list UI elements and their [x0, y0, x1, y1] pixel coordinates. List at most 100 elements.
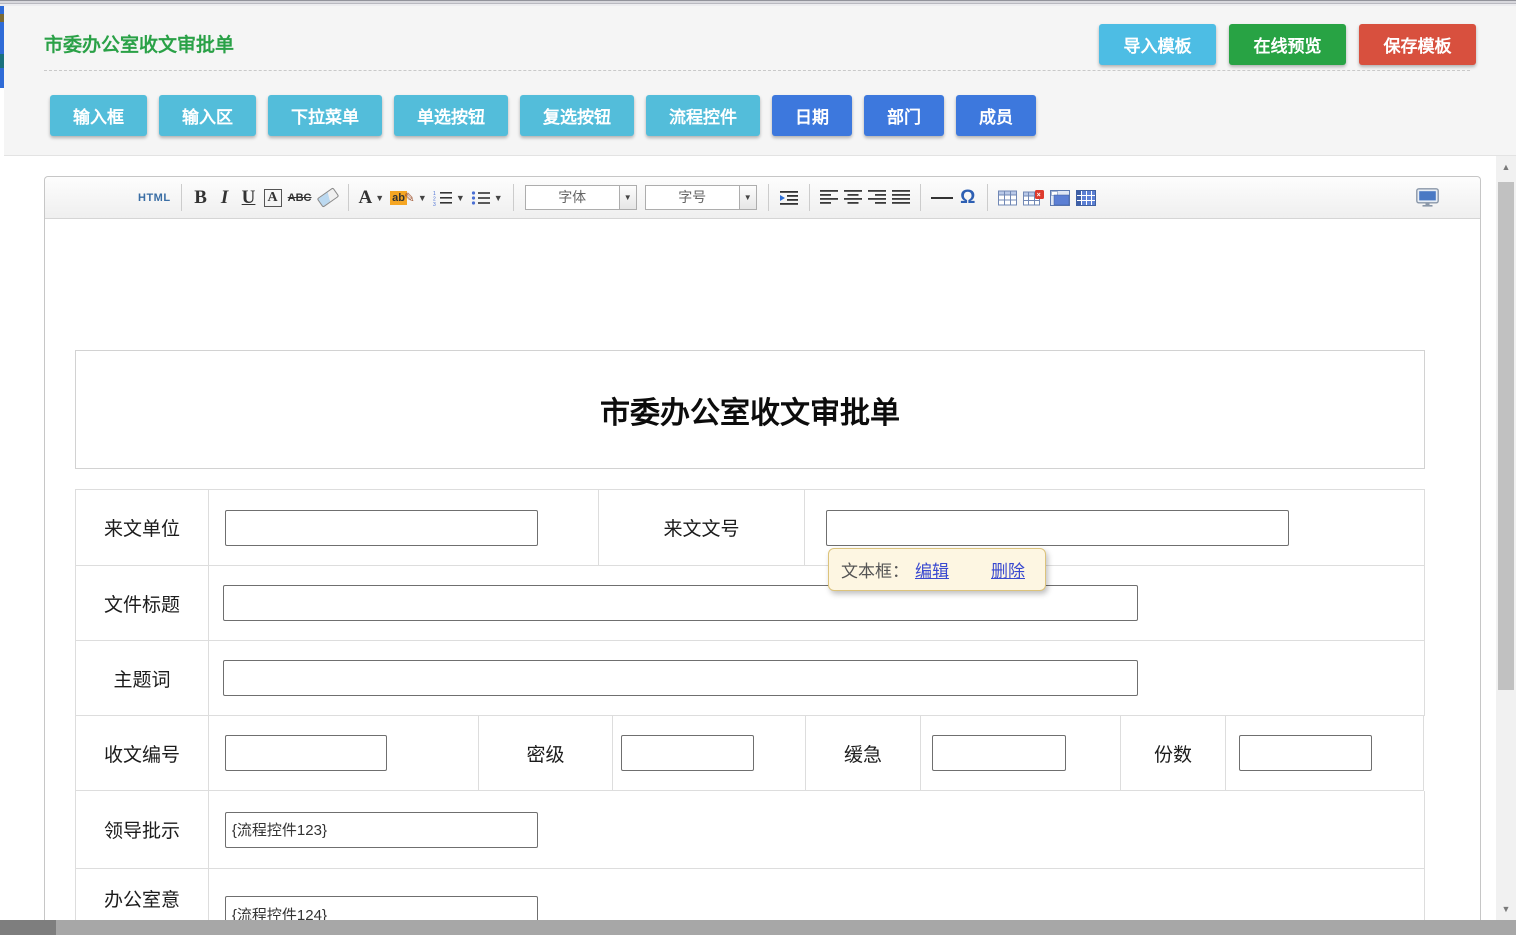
chevron-down-icon[interactable]: ▼ [619, 186, 636, 209]
chevron-down-icon: ▼ [418, 193, 427, 203]
table-row: 主题词 [76, 641, 1425, 716]
form-designer-window: 市委办公室收文审批单 导入模板 在线预览 保存模板 输入框 输入区 下拉菜单 单… [0, 0, 1516, 935]
field-label-receipt-number: 收文编号 [76, 716, 209, 791]
horizontal-rule-icon [931, 197, 953, 199]
widget-member-button[interactable]: 成员 [956, 95, 1036, 136]
incoming-number-input[interactable] [826, 510, 1289, 546]
table-row: 来文单位 来文文号 [76, 490, 1425, 566]
incoming-unit-input[interactable] [225, 510, 538, 546]
form-title-block[interactable]: 市委办公室收文审批单 [75, 350, 1425, 469]
font-family-select[interactable]: 字体 ▼ [525, 185, 637, 210]
subject-words-input[interactable] [223, 660, 1138, 696]
leader-comments-input[interactable] [225, 812, 538, 848]
fullscreen-preview-button[interactable] [1413, 183, 1442, 213]
widget-textarea-button[interactable]: 输入区 [159, 95, 256, 136]
indent-button[interactable] [776, 183, 802, 213]
table-properties-button[interactable] [1047, 183, 1073, 213]
toolbar-separator [920, 184, 921, 211]
special-character-button[interactable]: Ω [956, 183, 980, 213]
field-cell [613, 716, 806, 791]
align-right-button[interactable] [865, 183, 889, 213]
chevron-down-icon[interactable]: ▼ [739, 186, 756, 209]
widget-flow-control-button[interactable]: 流程控件 [646, 95, 760, 136]
scroll-down-arrow-icon[interactable]: ▼ [1496, 900, 1516, 918]
align-left-button[interactable] [817, 183, 841, 213]
tooltip-label: 文本框： [841, 557, 909, 582]
strikethrough-button[interactable]: ABC [285, 183, 315, 213]
indent-icon [779, 190, 799, 206]
field-cell [209, 566, 1425, 641]
field-label-secrecy-level: 密级 [479, 716, 613, 791]
template-actions: 导入模板 在线预览 保存模板 [1099, 24, 1476, 65]
save-template-button[interactable]: 保存模板 [1359, 24, 1476, 65]
align-center-button[interactable] [841, 183, 865, 213]
highlight-color-button[interactable]: ab✎▼ [387, 183, 430, 213]
editor-vertical-scrollbar[interactable]: ▲ ▼ [1496, 156, 1516, 920]
horizontal-rule-button[interactable] [928, 183, 956, 213]
widget-input-box-button[interactable]: 输入框 [50, 95, 147, 136]
underline-button[interactable]: U [237, 183, 261, 213]
chevron-down-icon: ▼ [494, 193, 503, 203]
secrecy-level-input[interactable] [621, 735, 754, 771]
page-title: 市委办公室收文审批单 [44, 30, 234, 57]
window-bottom-edge [0, 920, 1516, 935]
field-label-urgency: 缓急 [806, 716, 921, 791]
form-table: 来文单位 来文文号 文件标题 主题词 [75, 489, 1425, 935]
widget-dropdown-button[interactable]: 下拉菜单 [268, 95, 382, 136]
cell-properties-icon [1076, 190, 1096, 206]
field-label-copies: 份数 [1121, 716, 1226, 791]
font-size-select[interactable]: 字号 ▼ [645, 185, 757, 210]
import-template-button[interactable]: 导入模板 [1099, 24, 1216, 65]
toolbar-separator [348, 184, 349, 211]
rich-text-editor: HTML B I U A ABC A▼ ab✎▼ 123 ▼ ▼ [44, 176, 1481, 935]
toolbar-separator [987, 184, 988, 211]
table-row: 领导批示 [76, 791, 1425, 869]
toolbar-separator [768, 184, 769, 211]
delete-widget-link[interactable]: 删除 [991, 557, 1025, 582]
field-label-incoming-number: 来文文号 [599, 490, 806, 566]
align-justify-icon [892, 190, 910, 205]
scrollbar-thumb[interactable] [1498, 182, 1514, 690]
copies-input[interactable] [1239, 735, 1372, 771]
field-cell [209, 490, 599, 566]
cell-properties-button[interactable] [1073, 183, 1099, 213]
unordered-list-button[interactable]: ▼ [468, 183, 506, 213]
field-cell [209, 791, 1425, 869]
urgency-input[interactable] [932, 735, 1066, 771]
toolbar-separator [513, 184, 514, 211]
unordered-list-icon [471, 190, 491, 206]
text-color-button[interactable]: A▼ [356, 183, 388, 213]
form-title: 市委办公室收文审批单 [600, 388, 900, 432]
table-row: 收文编号 密级 缓急 份数 [76, 716, 1425, 791]
ordered-list-button[interactable]: 123 ▼ [430, 183, 468, 213]
align-justify-button[interactable] [889, 183, 913, 213]
delete-table-button[interactable]: × [1020, 183, 1047, 213]
widget-palette: 输入框 输入区 下拉菜单 单选按钮 复选按钮 流程控件 日期 部门 成员 [50, 95, 1036, 136]
chevron-down-icon: ▼ [375, 193, 384, 203]
source-code-button[interactable]: HTML [135, 183, 174, 213]
widget-checkbox-button[interactable]: 复选按钮 [520, 95, 634, 136]
remove-format-button[interactable] [315, 183, 341, 213]
widget-edit-tooltip: 文本框： 编辑 删除 [828, 548, 1046, 591]
field-cell [921, 716, 1121, 791]
bold-button[interactable]: B [189, 183, 213, 213]
delete-table-icon: × [1023, 190, 1044, 206]
field-cell [1226, 716, 1424, 791]
widget-radio-button[interactable]: 单选按钮 [394, 95, 508, 136]
insert-table-button[interactable] [995, 183, 1020, 213]
widget-department-button[interactable]: 部门 [864, 95, 944, 136]
editor-canvas[interactable]: 市委办公室收文审批单 来文单位 来文文号 文件标题 [45, 219, 1480, 935]
italic-button[interactable]: I [213, 183, 237, 213]
chevron-down-icon: ▼ [456, 193, 465, 203]
scroll-up-arrow-icon[interactable]: ▲ [1496, 158, 1516, 176]
receipt-number-input[interactable] [225, 735, 387, 771]
toolbar-separator [809, 184, 810, 211]
field-label-document-title: 文件标题 [76, 566, 209, 641]
header-divider [44, 70, 1470, 71]
edit-widget-link[interactable]: 编辑 [915, 557, 949, 582]
insert-table-icon [998, 190, 1017, 206]
character-border-button[interactable]: A [261, 183, 285, 213]
widget-date-button[interactable]: 日期 [772, 95, 852, 136]
align-left-icon [820, 190, 838, 205]
online-preview-button[interactable]: 在线预览 [1229, 24, 1346, 65]
